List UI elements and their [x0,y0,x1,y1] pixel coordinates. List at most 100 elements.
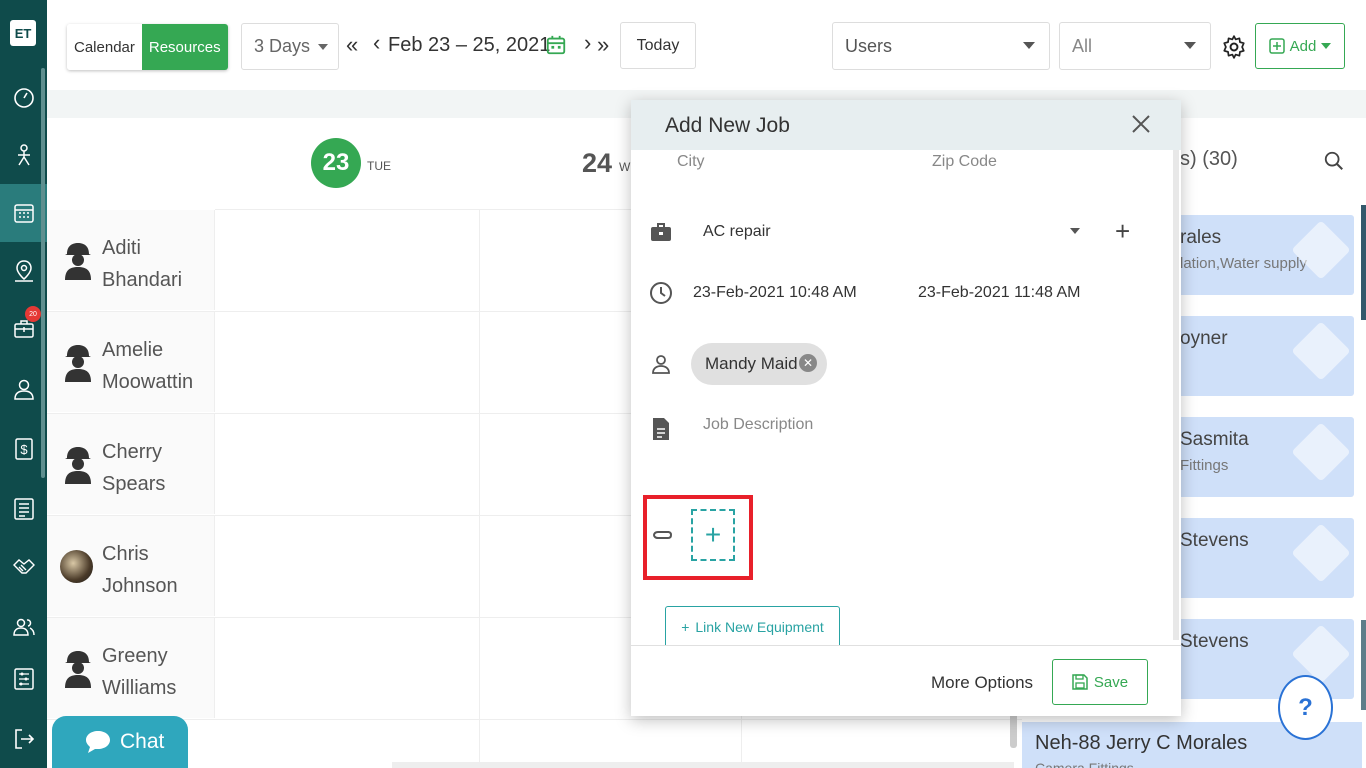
sidebar-item-billing[interactable]: $ [0,420,47,478]
toolbar: Calendar Resources 3 Days « ‹ Feb 23 – 2… [47,0,1366,90]
date-picker-icon[interactable] [545,34,567,61]
sidebar-item-map[interactable] [0,242,47,300]
assignee-chip[interactable]: Mandy Maid ✕ [691,343,827,385]
job-card-subtitle: Fittings [1180,457,1229,474]
resource-name: Greeny Williams [102,645,177,699]
logout-icon [14,729,34,749]
chevron-down-icon [1184,42,1196,49]
add-button-label: Add [1289,37,1317,55]
sidebar-item-team[interactable] [0,598,47,656]
save-button[interactable]: Save [1052,659,1148,705]
add-attachment-button[interactable]: + [691,509,735,561]
unassigned-jobs-header: s) (30) [1180,148,1238,170]
chat-bubble-icon [86,731,110,753]
floppy-disk-icon [1072,674,1088,690]
chevron-right-icon[interactable]: › [584,30,591,56]
sidebar-item-calendar[interactable] [0,184,47,242]
job-card-title: Stevens [1180,631,1249,652]
days-select[interactable]: 3 Days [241,23,339,70]
users-select[interactable]: Users [832,22,1050,70]
resource-cell[interactable]: Aditi Bhandari [47,210,215,310]
worker-icon [65,345,91,382]
job-type-select[interactable]: AC repair [703,223,771,241]
sidebar-scrollbar[interactable] [41,68,45,478]
day-24-weekday: W [619,160,631,174]
avatar [60,550,93,583]
briefcase-icon [649,220,673,249]
search-icon[interactable] [1323,150,1345,177]
resources-view-button[interactable]: Resources [141,24,228,70]
job-card-title: rales [1180,227,1222,248]
plus-square-icon [1268,38,1285,54]
job-card-title: oyner [1180,328,1228,349]
tag-icon [1291,523,1351,583]
jobs-badge: 20 [25,306,41,322]
filter-select[interactable]: All [1059,22,1211,70]
dollar-icon: $ [14,438,33,460]
resource-name: Aditi Bhandari [102,237,183,291]
add-job-modal: Add New Job City Zip Code AC repair + 23… [631,100,1181,716]
resource-cell[interactable]: Greeny Williams [47,618,215,718]
date-range: Feb 23 – 25, 2021 [388,34,551,56]
add-job-type-button[interactable]: + [1115,218,1130,244]
view-toggle: Calendar Resources [67,24,228,70]
job-card-title: Sasmita [1180,429,1249,450]
handshake-icon [12,559,35,574]
clock-icon [649,281,673,310]
tag-icon [1291,422,1351,482]
add-button[interactable]: Add [1255,23,1345,69]
list-icon [13,498,34,520]
right-panel-scrollbar[interactable] [1361,205,1366,320]
start-datetime-field[interactable]: 23-Feb-2021 10:48 AM [693,284,857,302]
chevron-down-icon[interactable] [1070,228,1080,234]
link-equipment-button[interactable]: + Link New Equipment [665,606,840,646]
horizontal-scrollbar[interactable] [392,762,1014,768]
end-datetime-field[interactable]: 23-Feb-2021 11:48 AM [918,284,1080,302]
calendar-view-button[interactable]: Calendar [67,24,142,70]
day-24-number[interactable]: 24 [582,148,612,179]
chevron-left-icon[interactable]: ‹ [373,30,380,56]
resource-cell[interactable]: Cherry Spears [47,414,215,514]
sidebar-item-technicians[interactable] [0,126,47,184]
worker-icon [65,651,91,688]
chat-button[interactable]: Chat [52,716,188,768]
plus-icon: + [681,618,690,635]
dashboard-icon [13,88,34,108]
sidebar-item-deals[interactable] [0,538,47,596]
resource-cell[interactable]: Amelie Moowattin [47,312,215,412]
sidebar-item-jobs[interactable]: 20 [0,300,47,358]
user-icon [13,379,34,400]
settings-sliders-icon [13,668,34,690]
sidebar-item-logout[interactable] [0,710,47,768]
today-button[interactable]: Today [620,22,696,69]
close-icon[interactable]: ✕ [799,354,817,372]
more-options-button[interactable]: More Options [931,673,1033,693]
double-chevron-left-icon[interactable]: « [346,32,358,58]
close-icon[interactable] [1131,114,1151,139]
job-description-field[interactable]: Job Description [703,416,813,434]
sidebar-item-customers[interactable] [0,360,47,418]
sidebar: ET 20 $ [0,0,47,768]
app-logo[interactable]: ET [10,20,36,46]
document-icon [649,416,673,447]
day-23-badge[interactable]: 23 [311,138,361,188]
modal-scrollbar[interactable] [1173,150,1179,640]
resource-cell[interactable]: Chris Johnson [47,516,215,616]
gear-icon[interactable] [1221,34,1247,65]
paperclip-icon [649,524,673,549]
save-label: Save [1093,673,1129,691]
sidebar-item-list[interactable] [0,480,47,538]
svg-text:$: $ [20,442,28,457]
map-pin-icon [14,260,33,282]
city-field[interactable]: City [677,153,705,171]
chat-label: Chat [120,730,165,753]
worker-icon [65,243,91,280]
zip-code-field[interactable]: Zip Code [932,153,997,171]
tag-icon [1291,321,1351,381]
double-chevron-right-icon[interactable]: » [597,32,609,58]
sidebar-item-dashboard[interactable] [0,68,47,126]
modal-footer: More Options Save [631,645,1181,716]
help-button[interactable]: ? [1278,675,1333,740]
person-icon [649,352,673,381]
sidebar-item-settings[interactable] [0,650,47,708]
